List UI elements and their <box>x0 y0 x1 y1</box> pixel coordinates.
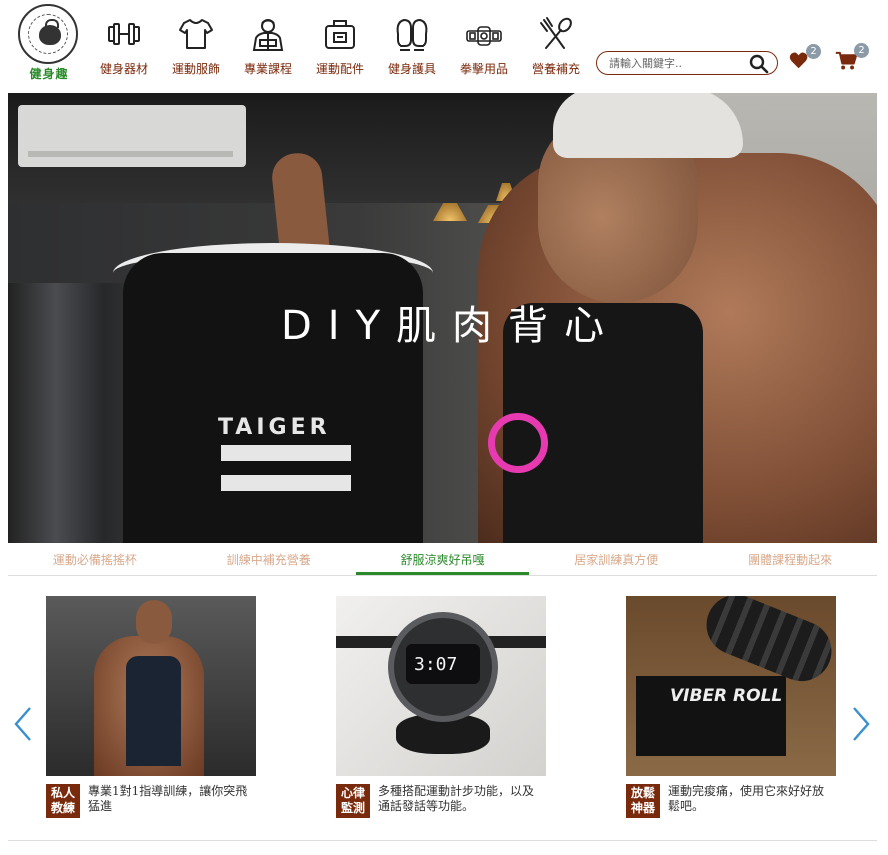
hero-title: DIY肌肉背心 <box>280 303 621 349</box>
nav-item-courses[interactable]: 專業課程 <box>232 16 304 80</box>
nav-item-apparel[interactable]: 運動服飾 <box>160 16 232 80</box>
nav-label: 營養補充 <box>531 62 580 76</box>
tab-group-class[interactable]: 團體課程動起來 <box>703 546 877 575</box>
smartwatch-image: 3:07 <box>336 596 546 776</box>
card-tag: 心律 監測 <box>336 784 370 818</box>
card-description: 專業1對1指導訓練，讓你突飛猛進 <box>88 784 248 813</box>
search-icon[interactable] <box>749 54 769 74</box>
card-description: 運動完痠痛，使用它來好好放鬆吧。 <box>668 784 825 813</box>
nav-item-equipment[interactable]: 健身器材 <box>88 16 160 80</box>
tab-home-training[interactable]: 居家訓練真方便 <box>529 546 703 575</box>
search-box <box>596 51 778 75</box>
cart-count-badge: 2 <box>854 43 869 58</box>
nav-label: 運動服飾 <box>171 62 220 76</box>
air-conditioner-image <box>18 105 246 167</box>
wishlist-count-badge: 2 <box>806 44 821 59</box>
promo-card-foam-roller[interactable]: VIBER ROLL 放鬆 神器 運動完痠痛，使用它來好好放鬆吧。 <box>626 596 838 818</box>
nav-label: 運動配件 <box>315 62 364 76</box>
divider <box>8 840 877 841</box>
carousel-prev-arrow-icon[interactable] <box>10 704 34 744</box>
promo-card-heart-rate[interactable]: 3:07 心律 監測 多種搭配運動計步功能，以及通話發話等功能。 <box>336 596 548 818</box>
nav-label: 專業課程 <box>243 62 292 76</box>
nav-label: 健身器材 <box>99 62 148 76</box>
shirt-brand-text: TAIGER <box>218 415 331 440</box>
wishlist-button[interactable]: 2 <box>789 44 821 74</box>
promo-card-personal-trainer[interactable]: 私人 教練 專業1對1指導訓練，讓你突飛猛進 <box>46 596 258 818</box>
gym-bag-icon <box>325 20 355 49</box>
logo-label: 健身趣 <box>29 67 69 81</box>
kettlebell-logo-icon <box>18 4 78 64</box>
card-tag: 私人 教練 <box>46 784 80 818</box>
nav-item-accessories[interactable]: 運動配件 <box>304 16 376 80</box>
card-tag: 放鬆 神器 <box>626 784 660 818</box>
nav-item-boxing[interactable]: 拳擊用品 <box>448 16 520 80</box>
carousel-next-arrow-icon[interactable] <box>850 704 874 744</box>
dumbbell-icon <box>108 23 140 45</box>
cart-button[interactable]: 2 <box>835 43 869 75</box>
watch-time-text: 3:07 <box>414 654 458 675</box>
search-input[interactable] <box>609 55 739 72</box>
product-brand-text: VIBER ROLL <box>670 686 783 706</box>
tab-shaker[interactable]: 運動必備搖搖杯 <box>8 546 182 575</box>
site-logo[interactable]: 健身趣 <box>18 4 80 84</box>
site-header: 健身趣 健身器材 運動服飾 專業課程 運動配件 健身護具 拳擊用品 營養補充 請… <box>0 0 888 88</box>
boxing-belt-icon <box>466 26 502 46</box>
personal-trainer-image <box>46 596 256 776</box>
nav-item-nutrition[interactable]: 營養補充 <box>520 16 592 80</box>
nav-item-protective-gear[interactable]: 健身護具 <box>376 16 448 80</box>
trainer-icon <box>252 19 284 51</box>
fork-spoon-icon <box>540 17 572 49</box>
foam-roller-image: VIBER ROLL <box>626 596 836 776</box>
scissors-image <box>488 413 548 473</box>
gloves-icon <box>396 18 428 51</box>
main-nav: 健身器材 運動服飾 專業課程 運動配件 健身護具 拳擊用品 營養補充 <box>88 16 592 80</box>
tab-tank-tops[interactable]: 舒服涼爽好吊嘎 <box>355 546 530 575</box>
nav-label: 健身護具 <box>387 62 436 76</box>
card-description: 多種搭配運動計步功能，以及通話發話等功能。 <box>378 784 535 813</box>
tshirt-icon <box>179 19 213 49</box>
tab-nutrition[interactable]: 訓練中補充營養 <box>182 546 356 575</box>
hero-banner[interactable]: TAIGER DIY肌肉背心 <box>8 93 877 543</box>
nav-label: 拳擊用品 <box>459 62 508 76</box>
category-tabs: 運動必備搖搖杯 訓練中補充營養 舒服涼爽好吊嘎 居家訓練真方便 團體課程動起來 <box>8 546 877 576</box>
